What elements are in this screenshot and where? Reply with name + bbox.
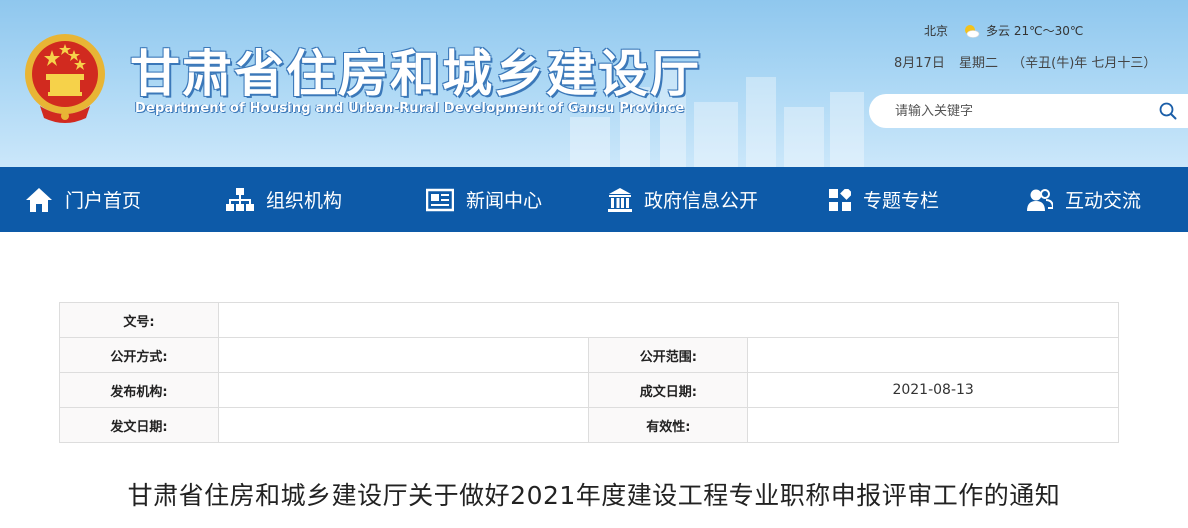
weather-city: 北京 [924,24,949,38]
nav-item-organization[interactable]: 组织机构 [226,167,342,232]
disclosure-method-value [217,337,590,373]
nav-label-special-topics: 专题专栏 [863,190,940,212]
disclosure-scope-value [747,337,1119,373]
nav-item-home[interactable]: 门户首页 [25,167,141,232]
nav-item-special-topics[interactable]: 专题专栏 [829,167,939,232]
government-building-icon [608,187,632,212]
table-row: 文号: [59,302,1120,338]
date-weekday: 星期二 [958,56,998,71]
nav-label-organization: 组织机构 [266,190,343,212]
article-title: 甘肃省住房和城乡建设厅关于做好2021年度建设工程专业职称申报评审工作的通知 [127,481,1061,510]
nav-label-gov-info: 政府信息公开 [644,190,759,212]
partly-cloudy-icon [965,24,980,38]
nav-item-news[interactable]: 新闻中心 [426,167,542,232]
nav-item-gov-info[interactable]: 政府信息公开 [608,167,758,232]
weather-widget: 北京 多云 21℃～30℃ [924,22,1083,39]
main-nav: 门户首页 组织机构 新闻中心 政府信息公开 专题专栏 互动交流 [0,167,1188,232]
table-row: 发文日期: 有效性: [59,407,1119,443]
site-title: 甘肃省住房和城乡建设厅 [130,45,702,103]
disclosure-scope-label: 公开范围: [588,337,749,373]
date-lunar: （辛丑(牛)年 七月十三） [1012,56,1157,71]
weather-condition: 多云 21℃～30℃ [986,24,1084,38]
document-info-table: 文号: 公开方式: 公开范围: 发布机构: 成文日期: 2021-08-13 发… [59,302,1120,443]
nav-item-interaction[interactable]: 互动交流 [1027,167,1141,232]
search-button[interactable] [1148,94,1188,128]
users-icon [1027,188,1053,211]
doc-no-label: 文号: [59,302,219,338]
disclosure-method-label: 公开方式: [59,337,219,373]
org-chart-icon [226,187,254,211]
home-icon [26,187,52,212]
grid-icon [829,188,851,211]
doc-no-value [217,302,1120,338]
date-line: 8月17日 星期二 （辛丑(牛)年 七月十三） [894,52,1166,71]
search-input[interactable] [895,103,1148,119]
issue-date-value [217,407,590,443]
news-icon [426,188,454,211]
validity-label: 有效性: [588,407,749,443]
search-icon [1159,102,1177,120]
site-header: 甘肃省住房和城乡建设厅 Department of Housing and Ur… [0,0,1188,167]
site-subtitle: Department of Housing and Urban-Rural De… [135,101,685,116]
issuer-label: 发布机构: [59,372,219,408]
table-row: 公开方式: 公开范围: [59,337,1119,373]
table-row: 发布机构: 成文日期: 2021-08-13 [59,372,1119,408]
nav-label-news: 新闻中心 [466,190,543,212]
nav-label-interaction: 互动交流 [1065,190,1142,212]
nav-label-home: 门户首页 [65,190,142,212]
search-box [869,94,1188,128]
date-day: 8月17日 [894,56,945,71]
issuer-value [217,372,590,408]
national-emblem-icon [25,34,105,123]
written-date-value: 2021-08-13 [747,372,1119,408]
issue-date-label: 发文日期: [59,407,219,443]
written-date-label: 成文日期: [588,372,749,408]
validity-value [747,407,1119,443]
